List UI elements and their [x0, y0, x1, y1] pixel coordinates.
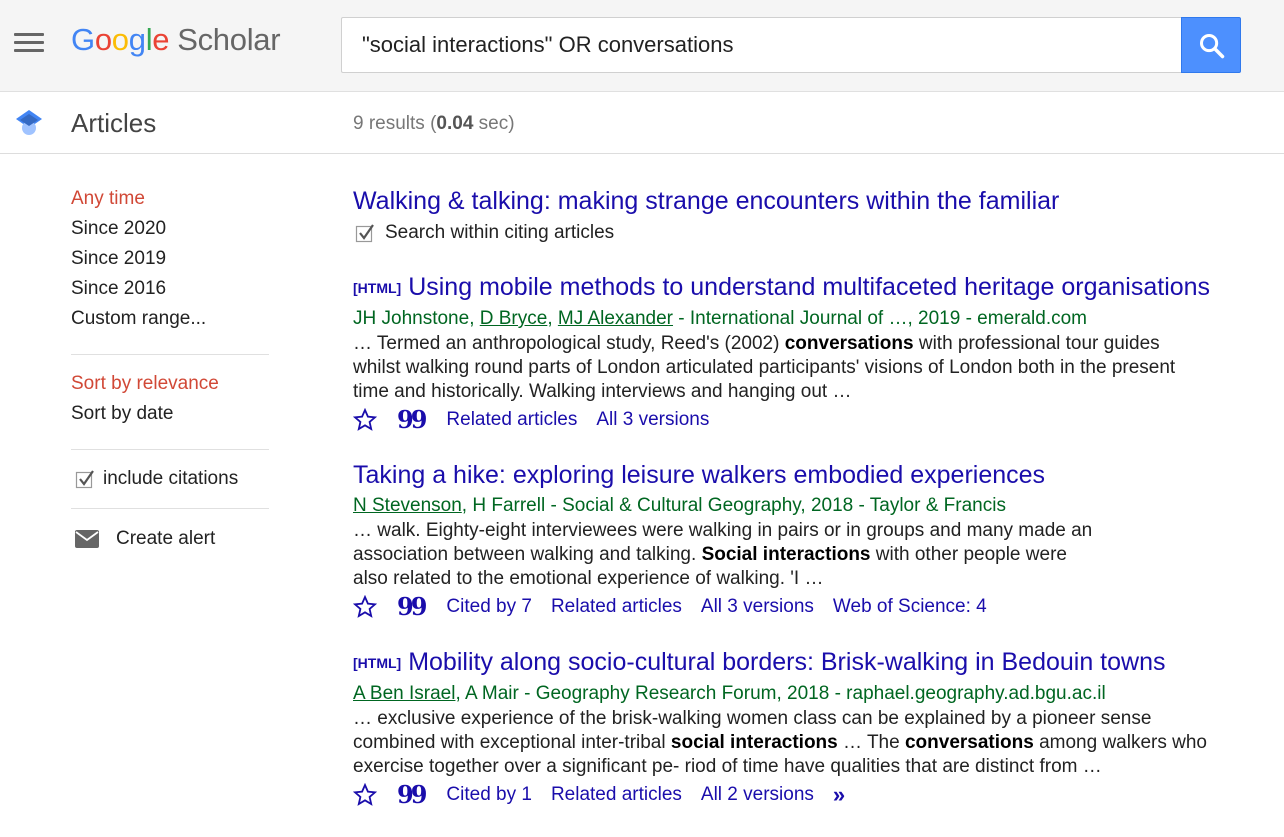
search-icon	[1199, 33, 1225, 59]
include-citations-label: include citations	[103, 468, 239, 489]
search-input[interactable]	[341, 17, 1182, 73]
web-of-science-link[interactable]: Web of Science: 4	[833, 596, 987, 618]
result-title-link[interactable]: [HTML] Using mobile methods to understand…	[353, 270, 1253, 305]
all-versions-link[interactable]: All 3 versions	[701, 596, 814, 618]
result-title-text: Using mobile methods to understand multi…	[408, 273, 1211, 301]
author-link[interactable]: A Ben Israel	[353, 683, 455, 704]
author-text: JH Johnstone	[353, 308, 470, 329]
quote-icon[interactable]: 99	[397, 408, 427, 432]
star-icon[interactable]	[353, 408, 377, 432]
result-title-text: Mobility along socio-cultural borders: B…	[408, 648, 1166, 676]
result-snippet: … exclusive experience of the brisk-walk…	[353, 708, 1207, 777]
format-tag: [HTML]	[353, 280, 402, 296]
related-articles-link[interactable]: Related articles	[551, 596, 682, 618]
graduation-cap-icon	[16, 110, 42, 135]
related-articles-link[interactable]: Related articles	[551, 784, 682, 806]
author-link[interactable]: D Bryce	[480, 308, 548, 329]
all-versions-link[interactable]: All 2 versions	[701, 784, 814, 806]
format-tag: [HTML]	[353, 655, 402, 671]
filter-any-time[interactable]: Any time	[71, 186, 271, 216]
sub-header: Articles 9 results (0.04 sec)	[0, 92, 1284, 154]
search-button[interactable]	[1181, 17, 1241, 73]
result-actions: 99 Cited by 7 Related articles All 3 ver…	[353, 591, 1253, 623]
sort-by-relevance[interactable]: Sort by relevance	[71, 371, 271, 401]
source-text: , H Farrell - Social & Cultural Geograph…	[461, 495, 1006, 516]
result-actions: 99 Related articles All 3 versions	[353, 404, 1253, 436]
result-title-link[interactable]: Walking & talking: making strange encoun…	[353, 184, 1253, 218]
checkbox-checked-icon[interactable]	[355, 223, 375, 243]
double-chevron-right-icon[interactable]: »	[833, 782, 846, 808]
envelope-icon	[75, 530, 99, 548]
result-snippet: … walk. Eighty-eight interviewees were w…	[353, 520, 1093, 589]
filter-since-2019[interactable]: Since 2019	[71, 246, 271, 276]
star-icon[interactable]	[353, 595, 377, 619]
result-title-link[interactable]: Taking a hike: exploring leisure walkers…	[353, 458, 1253, 492]
source-text: , A Mair - Geography Research Forum, 201…	[455, 683, 1106, 704]
star-icon[interactable]	[353, 783, 377, 807]
checkbox-checked-icon[interactable]	[75, 469, 95, 489]
divider	[71, 354, 269, 355]
result-title-link[interactable]: [HTML] Mobility along socio-cultural bord…	[353, 645, 1253, 680]
results-count: 9 results (0.04 sec)	[353, 113, 515, 134]
quote-icon[interactable]: 99	[397, 595, 427, 619]
result-meta: A Ben Israel, A Mair - Geography Researc…	[353, 680, 1253, 707]
meta-separator: ,	[547, 308, 558, 329]
sidebar: Any time Since 2020 Since 2019 Since 201…	[71, 186, 271, 553]
search-within-citing-toggle[interactable]: Search within citing articles	[353, 222, 1253, 244]
meta-separator: ,	[469, 308, 480, 329]
result-item: [HTML] Using mobile methods to understand…	[353, 270, 1253, 436]
cited-by-link[interactable]: Cited by 7	[446, 596, 532, 618]
result-meta: N Stevenson, H Farrell - Social & Cultur…	[353, 492, 1253, 519]
result-snippet: … Termed an anthropological study, Reed'…	[353, 333, 1176, 402]
filter-since-2016[interactable]: Since 2016	[71, 276, 271, 306]
create-alert-label: Create alert	[116, 528, 216, 549]
sort-by-date[interactable]: Sort by date	[71, 401, 271, 431]
hamburger-menu-icon[interactable]	[14, 33, 44, 55]
result-item: [HTML] Mobility along socio-cultural bord…	[353, 645, 1253, 811]
google-scholar-logo[interactable]: Google Scholar	[71, 22, 281, 58]
result-item: Walking & talking: making strange encoun…	[353, 184, 1253, 244]
include-citations-toggle[interactable]: include citations	[71, 466, 271, 492]
cited-by-link[interactable]: Cited by 1	[446, 784, 532, 806]
search-within-citing-label: Search within citing articles	[385, 222, 615, 243]
quote-icon[interactable]: 99	[397, 783, 427, 807]
filter-custom-range[interactable]: Custom range...	[71, 306, 271, 336]
section-title: Articles	[71, 108, 157, 138]
divider	[71, 508, 269, 509]
top-bar: Google Scholar	[0, 0, 1284, 92]
result-meta: JH Johnstone, D Bryce, MJ Alexander - In…	[353, 305, 1253, 332]
result-item: Taking a hike: exploring leisure walkers…	[353, 458, 1253, 623]
author-link[interactable]: N Stevenson	[353, 495, 462, 516]
author-link[interactable]: MJ Alexander	[558, 308, 673, 329]
results-list: Walking & talking: making strange encoun…	[353, 184, 1253, 833]
divider	[71, 449, 269, 450]
related-articles-link[interactable]: Related articles	[446, 409, 577, 431]
all-versions-link[interactable]: All 3 versions	[596, 409, 709, 431]
result-actions: 99 Cited by 1 Related articles All 2 ver…	[353, 779, 1253, 811]
create-alert-button[interactable]: Create alert	[71, 525, 271, 553]
source-text: - International Journal of …, 2019 - eme…	[673, 308, 1087, 329]
filter-since-2020[interactable]: Since 2020	[71, 216, 271, 246]
